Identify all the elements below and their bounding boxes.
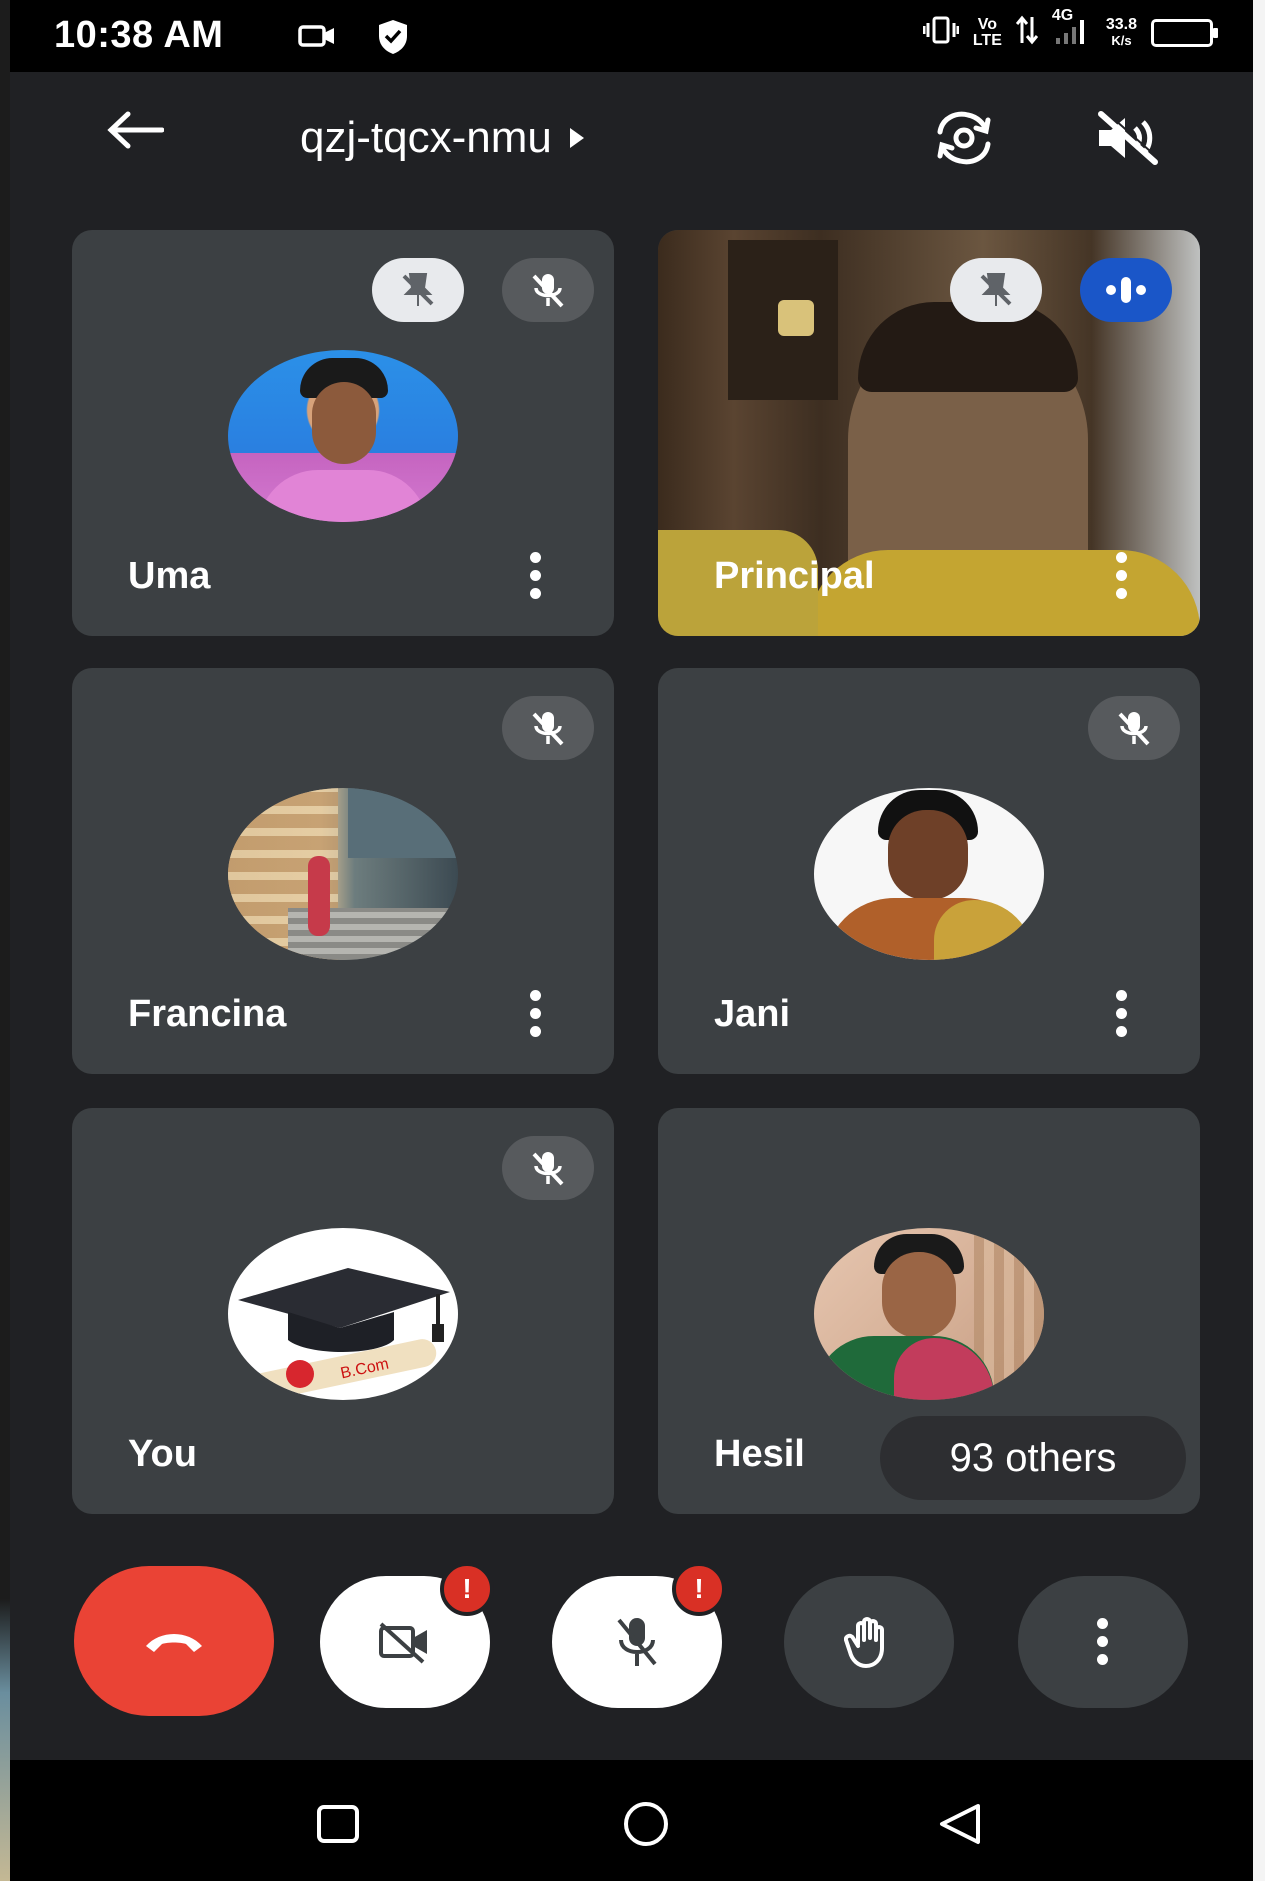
participant-name: You xyxy=(128,1433,197,1475)
expand-arrow-icon xyxy=(569,128,584,148)
participant-tile-francina[interactable]: Francina xyxy=(72,668,614,1074)
mic-off-icon xyxy=(617,1618,657,1666)
camera-toggle-button[interactable]: ! xyxy=(320,1562,494,1708)
others-count: 93 others xyxy=(949,1435,1117,1480)
participant-name: Francina xyxy=(128,993,287,1035)
participant-tile-uma[interactable]: Uma xyxy=(72,230,614,636)
camera-alert-badge: ! xyxy=(440,1562,494,1616)
switch-camera-icon[interactable] xyxy=(928,108,1000,173)
participant-tile-principal[interactable]: Principal xyxy=(658,230,1200,636)
speaking-indicator-icon xyxy=(1080,258,1172,322)
signal-icon: 4G xyxy=(1052,8,1092,52)
status-time: 10:38 AM xyxy=(54,14,224,56)
mic-off-icon xyxy=(502,258,594,322)
phone-screen: 10:38 AM Vo LTE 4G 33.8 K/s qzj-tqcx-nmu… xyxy=(10,0,1253,1881)
back-arrow-icon[interactable] xyxy=(106,110,165,155)
more-options-icon xyxy=(1097,1618,1109,1666)
avatar-francina xyxy=(228,788,458,960)
network-speed: 33.8 K/s xyxy=(1106,17,1137,49)
speaker-off-icon[interactable] xyxy=(1095,110,1161,171)
participant-tile-jani[interactable]: Jani xyxy=(658,668,1200,1074)
participant-name: Uma xyxy=(128,555,211,597)
camera-off-icon xyxy=(379,1622,427,1664)
mic-alert-badge: ! xyxy=(672,1562,726,1616)
video-camera-icon xyxy=(298,22,338,55)
participant-tile-you[interactable]: B.Com You xyxy=(72,1108,614,1514)
meeting-code-button[interactable]: qzj-tqcx-nmu xyxy=(300,113,584,163)
volte-label: Vo LTE xyxy=(972,16,1002,49)
mic-off-icon xyxy=(502,696,594,760)
pin-off-icon[interactable] xyxy=(372,258,464,322)
participant-name: Hesil xyxy=(714,1433,805,1475)
pin-off-icon[interactable] xyxy=(950,258,1042,322)
mic-off-icon xyxy=(502,1136,594,1200)
mic-toggle-button[interactable]: ! xyxy=(552,1562,726,1708)
others-count-chip[interactable]: 93 others xyxy=(880,1416,1186,1500)
shield-icon xyxy=(376,18,410,61)
avatar-you-graduation-cap: B.Com xyxy=(228,1228,458,1400)
avatar-hesil xyxy=(814,1228,1044,1400)
avatar-uma xyxy=(228,350,458,522)
participant-name: Jani xyxy=(714,993,791,1035)
vibrate-icon xyxy=(922,15,960,51)
more-options-icon[interactable] xyxy=(530,552,542,600)
mic-off-icon xyxy=(1088,696,1180,760)
raise-hand-button[interactable] xyxy=(784,1576,954,1708)
right-frame-edge xyxy=(1253,0,1265,1881)
more-options-icon[interactable] xyxy=(530,990,542,1038)
participant-tile-hesil[interactable]: Hesil 93 others xyxy=(658,1108,1200,1514)
more-options-icon[interactable] xyxy=(1116,552,1128,600)
network-type: 4G xyxy=(1051,7,1074,24)
more-options-icon[interactable] xyxy=(1116,990,1128,1038)
battery-icon xyxy=(1151,19,1218,47)
raise-hand-icon xyxy=(844,1617,884,1668)
participant-name: Principal xyxy=(714,555,875,597)
system-navigation-bar xyxy=(10,1760,1253,1881)
data-arrows-icon xyxy=(1015,15,1039,51)
recent-apps-icon[interactable] xyxy=(316,1804,360,1849)
home-icon[interactable] xyxy=(622,1800,670,1853)
avatar-jani xyxy=(814,788,1044,960)
end-call-icon xyxy=(146,1634,202,1652)
left-frame-edge xyxy=(0,0,10,1881)
status-bar: 10:38 AM Vo LTE 4G 33.8 K/s xyxy=(10,0,1253,72)
meeting-code: qzj-tqcx-nmu xyxy=(300,113,552,162)
more-options-button[interactable] xyxy=(1018,1576,1188,1708)
end-call-button[interactable] xyxy=(74,1566,274,1716)
speed-unit: K/s xyxy=(1111,33,1132,48)
speed-value: 33.8 xyxy=(1105,16,1137,33)
back-nav-icon[interactable] xyxy=(936,1800,984,1853)
status-right-group: Vo LTE 4G 33.8 K/s xyxy=(922,8,1218,52)
